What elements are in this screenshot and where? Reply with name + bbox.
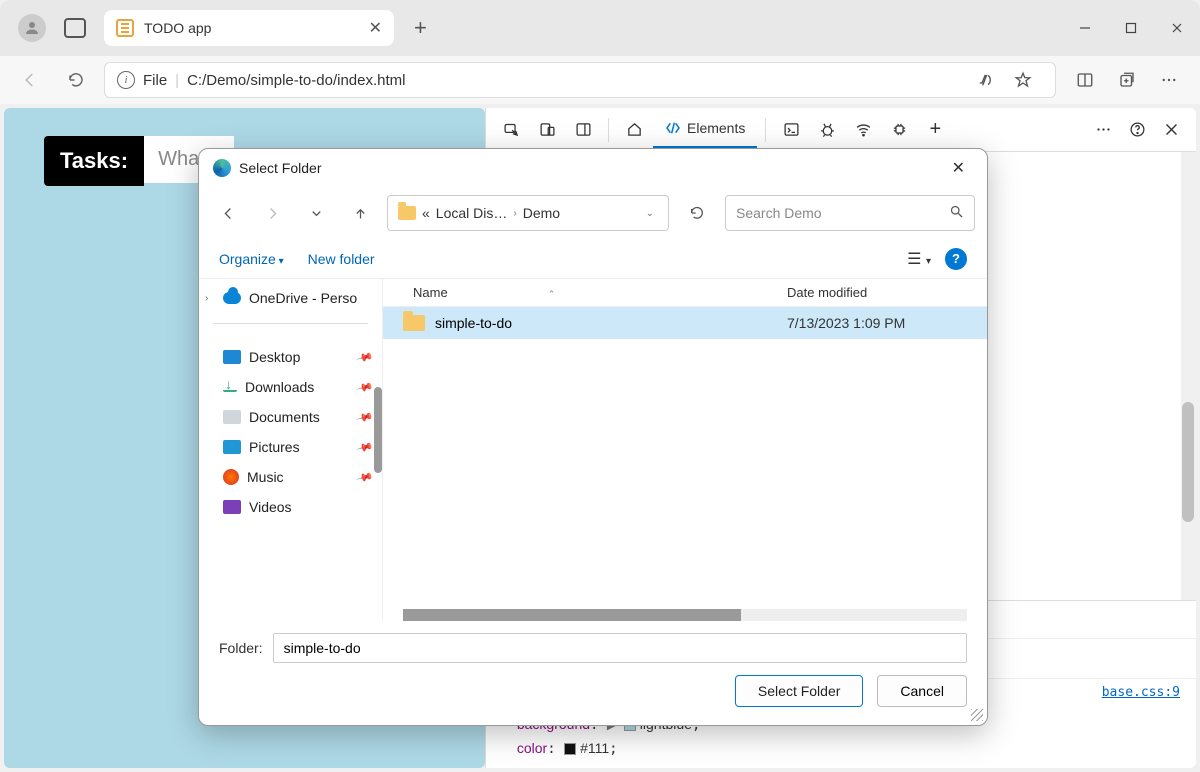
- source-link[interactable]: base.css:9: [1102, 685, 1180, 700]
- welcome-tab-icon[interactable]: [617, 113, 651, 147]
- sidebar-item-onedrive[interactable]: ›OneDrive - Perso: [199, 283, 382, 313]
- pictures-icon: [223, 440, 241, 454]
- cancel-button[interactable]: Cancel: [877, 675, 967, 707]
- devtools-scrollbar[interactable]: [1181, 152, 1196, 600]
- documents-icon: [223, 410, 241, 424]
- file-list-hscrollbar[interactable]: [403, 609, 967, 621]
- dialog-title: Select Folder: [239, 160, 321, 176]
- dialog-search-input[interactable]: Search Demo: [725, 195, 975, 231]
- dialog-forward-button[interactable]: [255, 196, 289, 230]
- inspect-icon[interactable]: [494, 113, 528, 147]
- breadcrumb-dropdown-icon[interactable]: ⌄: [646, 208, 654, 219]
- dialog-close-icon[interactable]: ✕: [944, 154, 973, 182]
- sidebar-item-music[interactable]: Music📌: [199, 462, 382, 492]
- issues-icon[interactable]: [810, 113, 844, 147]
- color-swatch-111[interactable]: [564, 743, 576, 755]
- music-icon: [223, 469, 239, 485]
- folder-icon: [398, 206, 416, 220]
- refresh-button[interactable]: [58, 62, 94, 98]
- site-info-icon[interactable]: i: [117, 71, 135, 89]
- dock-side-icon[interactable]: [566, 113, 600, 147]
- file-name: simple-to-do: [435, 315, 787, 331]
- read-aloud-icon[interactable]: [969, 64, 1001, 96]
- dialog-recent-button[interactable]: [299, 196, 333, 230]
- dialog-up-button[interactable]: [343, 196, 377, 230]
- pin-icon: 📌: [356, 378, 374, 396]
- devtools-help-icon[interactable]: [1120, 113, 1154, 147]
- collections-icon[interactable]: [1108, 64, 1146, 96]
- select-folder-dialog: Select Folder ✕ « Local Dis… › Demo ⌄ Se…: [198, 148, 988, 726]
- browser-tab[interactable]: TODO app ✕: [104, 10, 394, 46]
- tasks-heading: Tasks:: [44, 136, 144, 186]
- view-options-icon[interactable]: ☰ ▾: [907, 249, 931, 269]
- dialog-sidebar: ›OneDrive - Perso Desktop📌 Downloads📌 Do…: [199, 279, 383, 621]
- desktop-icon: [223, 350, 241, 364]
- sidebar-item-documents[interactable]: Documents📌: [199, 402, 382, 432]
- close-tab-icon[interactable]: ✕: [369, 18, 382, 38]
- sidebar-item-downloads[interactable]: Downloads📌: [199, 372, 382, 402]
- maximize-button[interactable]: [1108, 8, 1154, 48]
- breadcrumb-disk[interactable]: Local Dis…: [436, 205, 508, 221]
- minimize-button[interactable]: [1062, 8, 1108, 48]
- folder-field-label: Folder:: [219, 640, 263, 656]
- pin-icon: 📌: [356, 438, 374, 456]
- new-tab-button[interactable]: +: [414, 15, 427, 41]
- pin-icon: 📌: [356, 348, 374, 366]
- dialog-help-icon[interactable]: ?: [945, 248, 967, 270]
- device-emulation-icon[interactable]: [530, 113, 564, 147]
- file-list-header[interactable]: Name⌃ Date modified: [383, 279, 987, 307]
- devtools-close-icon[interactable]: [1154, 113, 1188, 147]
- profile-avatar[interactable]: [18, 14, 46, 42]
- more-menu-icon[interactable]: [1150, 64, 1188, 96]
- browser-toolbar: i File | C:/Demo/simple-to-do/index.html: [0, 56, 1200, 104]
- split-screen-icon[interactable]: [1066, 64, 1104, 96]
- elements-tab[interactable]: Elements: [653, 110, 757, 149]
- sidebar-item-pictures[interactable]: Pictures📌: [199, 432, 382, 462]
- new-folder-button[interactable]: New folder: [308, 251, 375, 267]
- resize-grip-icon[interactable]: [971, 709, 983, 721]
- pin-icon: 📌: [356, 408, 374, 426]
- edge-app-icon: [213, 159, 231, 177]
- folder-icon: [403, 315, 425, 331]
- sidebar-scrollbar[interactable]: [374, 387, 382, 473]
- videos-icon: [223, 500, 241, 514]
- folder-name-input[interactable]: [273, 633, 967, 663]
- devtools-more-icon[interactable]: [1086, 113, 1120, 147]
- network-conditions-icon[interactable]: [846, 113, 880, 147]
- sort-indicator-icon: ⌃: [548, 289, 556, 299]
- tab-actions-icon[interactable]: [64, 18, 86, 38]
- dialog-breadcrumb[interactable]: « Local Dis… › Demo ⌄: [387, 195, 669, 231]
- tab-title: TODO app: [144, 20, 359, 36]
- breadcrumb-demo[interactable]: Demo: [523, 205, 560, 221]
- favorite-icon[interactable]: [1007, 64, 1039, 96]
- file-date: 7/13/2023 1:09 PM: [787, 315, 967, 331]
- address-bar[interactable]: i File | C:/Demo/simple-to-do/index.html: [104, 62, 1056, 98]
- onedrive-icon: [223, 292, 241, 304]
- organize-menu[interactable]: Organize: [219, 251, 284, 267]
- dialog-refresh-button[interactable]: [679, 195, 715, 231]
- more-tabs-icon[interactable]: +: [918, 113, 952, 147]
- performance-icon[interactable]: [882, 113, 916, 147]
- devtools-toolbar: Elements +: [486, 108, 1196, 152]
- address-scheme: File: [143, 72, 167, 89]
- console-icon[interactable]: [774, 113, 808, 147]
- close-window-button[interactable]: [1154, 8, 1200, 48]
- search-icon: [949, 204, 964, 222]
- browser-titlebar: TODO app ✕ +: [0, 0, 1200, 56]
- sidebar-item-videos[interactable]: Videos: [199, 492, 382, 522]
- page-favicon: [116, 19, 134, 37]
- address-path: C:/Demo/simple-to-do/index.html: [187, 72, 405, 89]
- select-folder-button[interactable]: Select Folder: [735, 675, 863, 707]
- pin-icon: 📌: [356, 468, 374, 486]
- sidebar-item-desktop[interactable]: Desktop📌: [199, 342, 382, 372]
- downloads-icon: [223, 382, 237, 392]
- file-list-row[interactable]: simple-to-do 7/13/2023 1:09 PM: [383, 307, 987, 339]
- dialog-back-button[interactable]: [211, 196, 245, 230]
- back-button[interactable]: [12, 62, 48, 98]
